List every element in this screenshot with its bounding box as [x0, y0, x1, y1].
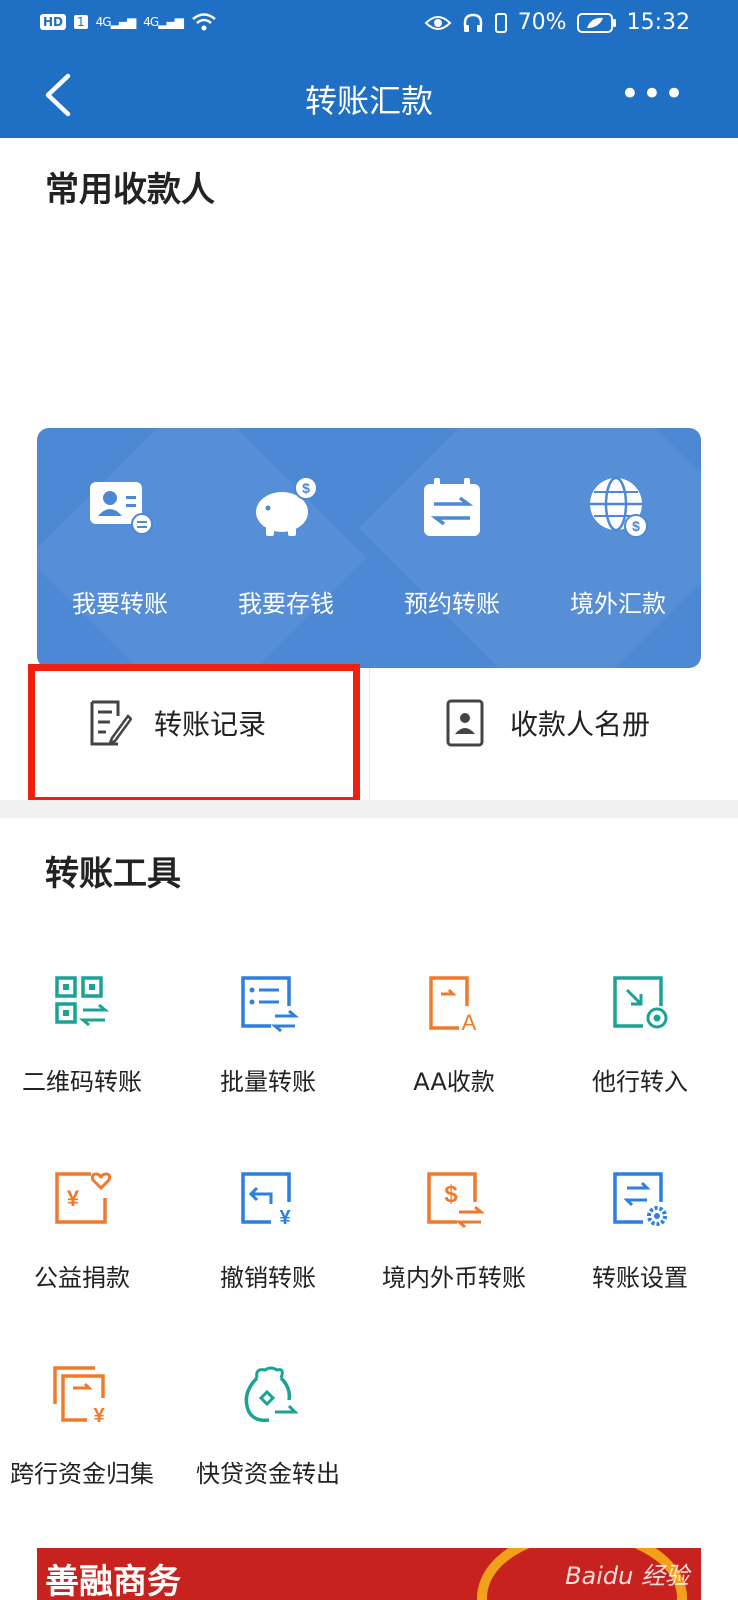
- tool-label: 快贷资金转出: [196, 1460, 340, 1488]
- svg-text:$: $: [302, 480, 310, 496]
- battery-icon: [576, 12, 616, 33]
- battery-percent: 70%: [517, 10, 567, 35]
- divider: [369, 668, 370, 800]
- tool-qr-transfer[interactable]: 二维码转账: [0, 972, 174, 1097]
- status-bar: HD 1 4G▂▄▆ 4G▂▄▆ 70% 15:32: [0, 0, 738, 52]
- svg-text:¥: ¥: [67, 1186, 80, 1211]
- quick-action-deposit[interactable]: $ 我要存钱: [203, 472, 369, 619]
- wifi-icon: [192, 13, 216, 31]
- svg-text:$: $: [632, 518, 640, 534]
- svg-text:¥: ¥: [279, 1207, 291, 1229]
- tool-label: 公益捐款: [34, 1264, 130, 1292]
- qr-transfer-icon: [55, 976, 110, 1027]
- tool-interbank-pooling[interactable]: ¥ 跨行资金归集: [0, 1364, 174, 1489]
- clock: 15:32: [626, 10, 690, 35]
- aa-collect-icon: A: [429, 976, 477, 1034]
- quick-action-scheduled[interactable]: 预约转账: [369, 472, 535, 619]
- quick-action-label: 预约转账: [404, 590, 500, 618]
- signal-1: 4G▂▄▆: [95, 15, 137, 29]
- calendar-transfer-icon: [424, 478, 480, 536]
- nav-bar: 转账汇款 •••: [0, 52, 738, 138]
- quick-loan-out-icon: [244, 1366, 299, 1423]
- payee-card-icon: [90, 482, 153, 535]
- globe-dollar-icon: $: [590, 476, 648, 538]
- more-menu-button[interactable]: •••: [620, 74, 686, 114]
- payee-book-button[interactable]: 收款人名册: [444, 698, 650, 748]
- highlight-box: [28, 664, 360, 804]
- payee-book-label: 收款人名册: [510, 708, 651, 741]
- quick-actions-card: 我要转账 $ 我要存钱 预约转账 $ 境外汇款: [37, 428, 701, 668]
- tool-cancel-transfer[interactable]: ¥ 撤销转账: [176, 1168, 360, 1293]
- promo-banner[interactable]: 善融商务 Baidu 经验: [37, 1548, 701, 1600]
- tool-batch-transfer[interactable]: 批量转账: [176, 972, 360, 1097]
- tool-charity[interactable]: ¥ 公益捐款: [0, 1168, 174, 1293]
- tool-aa-collect[interactable]: A AA收款: [362, 972, 546, 1097]
- tool-label: AA收款: [413, 1068, 495, 1096]
- headphones-icon: [463, 13, 482, 32]
- frequent-payees-title: 常用收款人: [45, 170, 215, 210]
- batch-transfer-icon: [241, 976, 299, 1033]
- status-left: HD 1 4G▂▄▆ 4G▂▄▆: [40, 12, 217, 32]
- signal-2: 4G▂▄▆: [143, 15, 184, 29]
- svg-text:¥: ¥: [93, 1405, 105, 1426]
- svg-text:$: $: [444, 1181, 458, 1208]
- tool-other-bank-in[interactable]: 他行转入: [548, 972, 732, 1097]
- quick-action-label: 我要转账: [72, 590, 168, 618]
- other-bank-in-icon: [613, 976, 668, 1029]
- quick-action-transfer[interactable]: 我要转账: [37, 472, 203, 619]
- piggy-bank-icon: $: [256, 476, 318, 536]
- quick-action-label: 我要存钱: [238, 590, 334, 618]
- svg-text:A: A: [462, 1010, 477, 1034]
- banner-title: 善融商务: [45, 1562, 181, 1600]
- tool-transfer-settings[interactable]: 转账设置: [548, 1168, 732, 1293]
- vibrate-icon: [494, 12, 507, 33]
- hd-badge: HD: [40, 14, 67, 30]
- section-separator: [0, 800, 738, 818]
- interbank-pooling-icon: ¥: [53, 1366, 105, 1426]
- domestic-fx-transfer-icon: $: [427, 1172, 485, 1229]
- transfer-tools-title: 转账工具: [45, 854, 181, 894]
- transfer-settings-icon: [613, 1172, 667, 1226]
- cancel-transfer-icon: ¥: [241, 1172, 291, 1229]
- charity-donation-icon: ¥: [55, 1172, 112, 1224]
- eye-icon: [424, 15, 452, 30]
- quick-action-overseas[interactable]: $ 境外汇款: [535, 472, 701, 619]
- quick-action-label: 境外汇款: [570, 590, 666, 618]
- tool-quick-loan-out[interactable]: 快贷资金转出: [176, 1364, 360, 1489]
- watermark: Baidu 经验: [565, 1562, 689, 1590]
- tool-label: 二维码转账: [22, 1068, 142, 1096]
- tool-label: 跨行资金归集: [10, 1460, 154, 1488]
- tool-label: 撤销转账: [220, 1264, 316, 1292]
- tool-label: 转账设置: [592, 1264, 688, 1292]
- tool-label: 境内外币转账: [382, 1264, 526, 1292]
- sim-indicator: 1: [74, 15, 88, 29]
- tool-label: 批量转账: [220, 1068, 316, 1096]
- status-right: 70% 15:32: [424, 10, 690, 35]
- contact-card-icon: [446, 699, 484, 747]
- tool-domestic-fx[interactable]: $ 境内外币转账: [362, 1168, 546, 1293]
- tool-label: 他行转入: [592, 1068, 688, 1096]
